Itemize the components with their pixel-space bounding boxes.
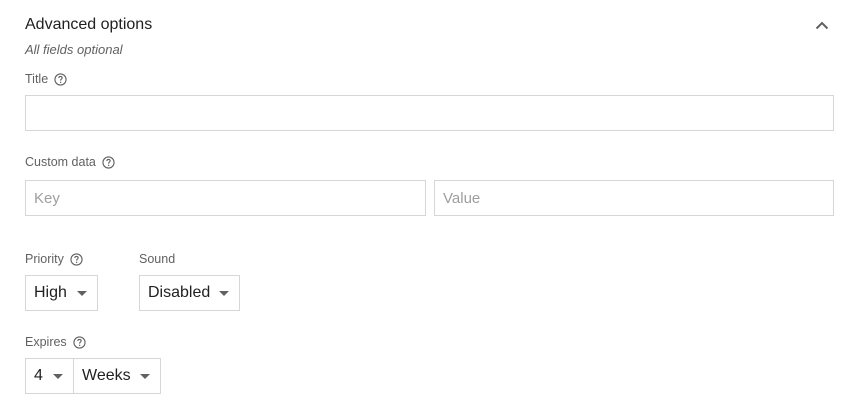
collapse-button[interactable] [810,14,834,36]
priority-value: High [34,284,67,301]
expires-label: Expires [25,335,67,349]
title-input[interactable] [25,95,834,131]
advanced-options-panel: Advanced options All fields optional Tit… [0,0,864,415]
custom-data-value-input[interactable] [434,180,834,216]
priority-label-row: Priority [25,251,83,267]
help-circle-icon[interactable] [54,72,67,86]
custom-data-label-row: Custom data [25,154,115,170]
section-subtitle: All fields optional [25,42,123,57]
expires-label-row: Expires [25,334,86,350]
expires-unit-select[interactable]: Weeks [73,358,161,394]
priority-select[interactable]: High [25,275,98,311]
sound-label: Sound [139,252,176,266]
custom-data-label: Custom data [25,155,96,169]
help-circle-icon[interactable] [73,335,86,349]
sound-value: Disabled [148,284,211,301]
title-label: Title [25,72,49,86]
expires-unit-value: Weeks [82,367,131,384]
help-circle-icon[interactable] [102,155,115,169]
caret-down-icon [140,374,150,379]
sound-select[interactable]: Disabled [139,275,240,311]
help-circle-icon[interactable] [70,252,83,266]
caret-down-icon [77,291,87,296]
sound-label-row: Sound [139,251,175,267]
chevron-up-icon [815,21,829,29]
priority-label: Priority [25,252,64,266]
caret-down-icon [53,374,63,379]
section-title: Advanced options [25,16,153,33]
caret-down-icon [219,291,229,296]
title-label-row: Title [25,71,67,87]
expires-amount-value: 4 [34,367,43,384]
expires-amount-select[interactable]: 4 [25,358,74,394]
custom-data-key-input[interactable] [25,180,426,216]
